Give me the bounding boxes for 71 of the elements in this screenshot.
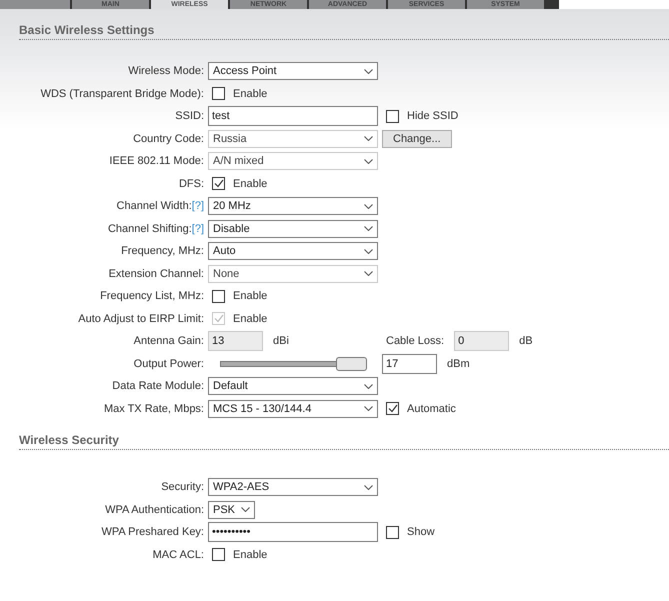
checkbox-label: Show bbox=[407, 526, 435, 538]
dropdown[interactable]: 20 MHz bbox=[208, 197, 378, 216]
checkmark-icon bbox=[214, 314, 224, 324]
checkbox-label: Enable bbox=[233, 88, 268, 100]
caret-icon bbox=[364, 484, 373, 490]
checkmark-icon bbox=[388, 404, 398, 414]
text-field[interactable]: •••••••••• bbox=[208, 522, 378, 542]
dropdown[interactable]: WPA2-AES bbox=[208, 478, 378, 496]
field-label: DFS: bbox=[178, 178, 204, 190]
dropdown[interactable]: PSK bbox=[208, 500, 255, 519]
unit-label: dBi bbox=[272, 335, 290, 348]
caret-icon bbox=[364, 158, 373, 164]
unit-label: dBm bbox=[446, 358, 471, 370]
dropdown[interactable]: Auto bbox=[208, 242, 378, 260]
section-title: Wireless Security bbox=[19, 433, 669, 450]
caret-icon bbox=[364, 384, 373, 389]
dropdown[interactable]: MCS 15 - 130/144.4 bbox=[208, 400, 378, 418]
slider-thumb[interactable] bbox=[336, 356, 368, 371]
help-link[interactable]: [?] bbox=[192, 222, 204, 235]
checkbox[interactable] bbox=[212, 87, 225, 100]
text-field[interactable]: 17 bbox=[382, 354, 437, 374]
section-title: Basic Wireless Settings bbox=[19, 23, 669, 40]
checkbox[interactable] bbox=[212, 177, 225, 190]
change-button[interactable]: Change... bbox=[382, 130, 452, 148]
field-label: Data Rate Module: bbox=[111, 380, 204, 392]
checkbox[interactable] bbox=[212, 548, 225, 562]
caret-icon bbox=[364, 226, 373, 232]
top-field[interactable] bbox=[559, 0, 669, 9]
field-label: Antenna Gain: bbox=[132, 335, 204, 348]
field-label: SSID: bbox=[174, 110, 204, 122]
field-label: Frequency List, MHz: bbox=[99, 290, 204, 302]
field-label: MAC ACL: bbox=[152, 548, 204, 561]
field-label: Frequency, MHz: bbox=[120, 245, 204, 258]
caret-icon bbox=[241, 507, 250, 512]
checkbox[interactable] bbox=[212, 290, 225, 303]
checkbox-label: Automatic bbox=[407, 402, 456, 415]
dropdown[interactable]: Disable bbox=[208, 220, 378, 238]
checkbox-label: Enable bbox=[233, 290, 268, 302]
checkbox-label: Enable bbox=[233, 548, 268, 561]
unit-label: Cable Loss: bbox=[385, 335, 446, 348]
caret-icon bbox=[364, 406, 373, 412]
field-label: Auto Adjust to EIRP Limit: bbox=[77, 312, 204, 325]
caret-icon bbox=[364, 271, 373, 276]
text-field[interactable]: test bbox=[208, 106, 378, 126]
field-label: Country Code: bbox=[132, 132, 204, 145]
field-label: Channel Shifting:[?] bbox=[106, 222, 204, 235]
field-label: Wireless Mode: bbox=[127, 65, 204, 78]
checkmark-icon bbox=[214, 179, 224, 188]
field-label: Output Power: bbox=[132, 358, 204, 370]
checkbox[interactable] bbox=[386, 526, 399, 539]
unit-label: dB bbox=[518, 335, 534, 348]
field-label: Security: bbox=[160, 481, 204, 494]
checkbox-label: Hide SSID bbox=[407, 110, 458, 122]
checkbox[interactable] bbox=[386, 402, 399, 416]
field-label: WDS (Transparent Bridge Mode): bbox=[40, 88, 204, 100]
help-link[interactable]: [?] bbox=[192, 200, 204, 212]
caret-icon bbox=[364, 136, 373, 142]
field-label: Max TX Rate, Mbps: bbox=[102, 402, 204, 415]
caret-icon bbox=[364, 204, 373, 209]
field-label: IEEE 802.11 Mode: bbox=[108, 155, 204, 168]
field-label: WPA Preshared Key: bbox=[100, 526, 204, 538]
checkbox-label: Enable bbox=[233, 312, 268, 325]
checkbox[interactable] bbox=[386, 110, 399, 123]
caret-icon bbox=[364, 68, 373, 74]
field-label: Extension Channel: bbox=[108, 268, 204, 280]
field-label: WPA Authentication: bbox=[104, 504, 204, 516]
checkbox-label: Enable bbox=[233, 178, 268, 190]
field-label: Channel Width:[?] bbox=[116, 200, 204, 212]
caret-icon bbox=[364, 248, 373, 254]
dropdown[interactable]: Access Point bbox=[208, 62, 378, 80]
dropdown[interactable]: Default bbox=[208, 377, 378, 396]
